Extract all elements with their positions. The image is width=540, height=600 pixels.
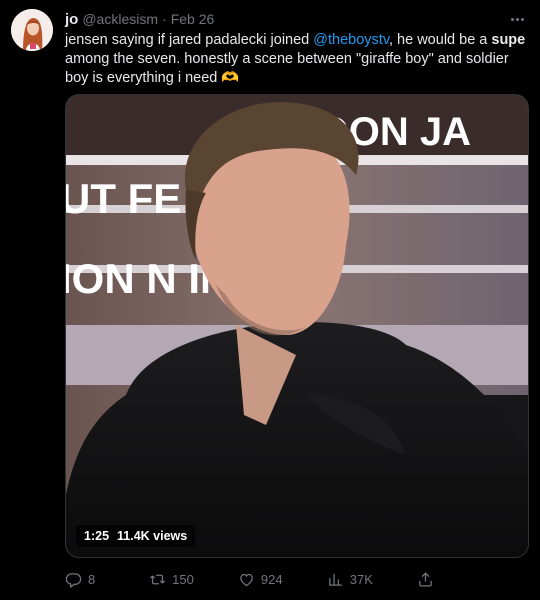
tweet[interactable]: jo @acklesism · Feb 26 jensen saying if … — [0, 0, 540, 600]
share-icon — [419, 571, 432, 587]
tweet-text-part: , he would be a — [389, 32, 492, 48]
mention-link[interactable]: @theboystv — [313, 32, 389, 48]
action-bar: 8 150 924 37K — [65, 569, 457, 589]
reply-icon — [65, 572, 82, 588]
retweet-icon — [150, 574, 166, 584]
video-frame: POON JA UT FE ULTIM ION N IN PI — [66, 95, 528, 557]
separator-dot: · — [162, 11, 167, 27]
reply-button[interactable]: 8 — [65, 569, 105, 589]
user-handle[interactable]: @acklesism — [82, 11, 158, 27]
views-count: 37K — [349, 571, 373, 587]
emoji: 🫶 — [221, 70, 240, 86]
retweet-count: 150 — [172, 571, 194, 587]
tweet-text-part: among the seven. honestly a scene betwee… — [65, 51, 509, 86]
video-views: 11.4K views — [117, 529, 188, 543]
video-duration: 1:25 — [84, 529, 110, 543]
more-icon[interactable] — [506, 9, 528, 29]
retweet-button[interactable]: 150 — [149, 569, 194, 589]
analytics-icon — [328, 573, 342, 586]
tweet-header: jo @acklesism · Feb 26 — [65, 9, 528, 29]
display-name[interactable]: jo — [65, 11, 78, 28]
heart-icon — [240, 573, 253, 586]
tweet-date[interactable]: Feb 26 — [171, 11, 215, 27]
like-button[interactable]: 924 — [238, 569, 283, 589]
share-button[interactable] — [417, 569, 457, 589]
tweet-text-bold: supe — [491, 32, 526, 48]
reply-count: 8 — [88, 571, 96, 587]
tweet-text-part: jensen saying if jared padalecki joined — [65, 32, 314, 48]
avatar[interactable] — [11, 9, 53, 51]
views-button[interactable]: 37K — [327, 569, 373, 589]
like-count: 924 — [260, 571, 283, 587]
tweet-text: jensen saying if jared padalecki joined … — [65, 31, 530, 88]
video-stats-badge: 1:25 11.4K views — [76, 525, 196, 547]
video-player[interactable]: POON JA UT FE ULTIM ION N IN PI 1:25 11.… — [65, 94, 529, 558]
